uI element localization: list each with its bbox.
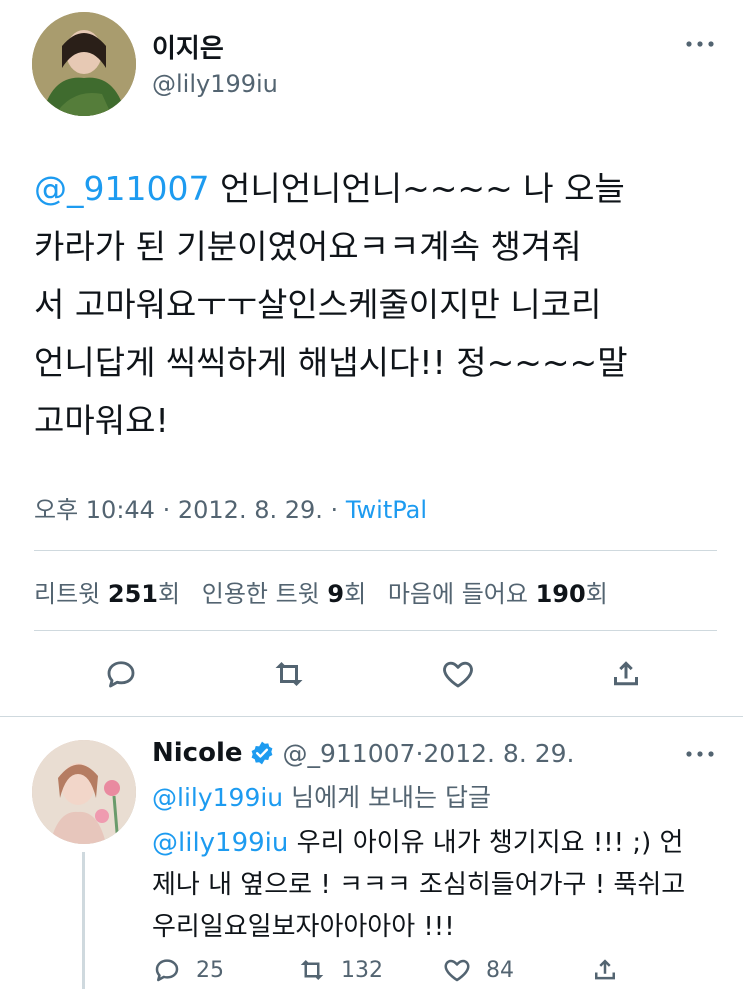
reply-reply-button[interactable]: 25 xyxy=(152,955,224,985)
verified-badge-icon xyxy=(251,741,272,765)
share-icon xyxy=(614,661,638,686)
more-icon[interactable] xyxy=(684,744,716,764)
replying-to-handle[interactable]: @lily199iu xyxy=(152,783,283,812)
retweets-stat[interactable]: 리트윗 251회 xyxy=(34,580,180,608)
reply-text: @lily199iu 우리 아이유 내가 챙기지요 !!! ;) 언 제나 내 … xyxy=(152,822,722,948)
mention-link[interactable]: @lily199iu xyxy=(152,828,288,858)
meta-separator: · xyxy=(162,496,171,524)
reply-header: Nicole @_911007 · 2012. 8. 29. xyxy=(152,738,574,768)
tweet-source[interactable]: TwitPal xyxy=(346,496,427,524)
retweet-count: 132 xyxy=(341,957,383,983)
mention-link[interactable]: @_911007 xyxy=(34,169,209,208)
more-icon[interactable] xyxy=(684,34,716,54)
reply-like-button[interactable]: 84 xyxy=(442,955,514,985)
retweet-icon xyxy=(300,960,324,980)
reply-button[interactable] xyxy=(97,650,145,698)
handle[interactable]: @lily199iu xyxy=(152,70,278,98)
tweet-text: @_911007 언니언니언니~~~~ 나 오늘 카라가 된 기분이였어요ㅋㅋ계… xyxy=(34,160,724,450)
reply-avatar[interactable] xyxy=(32,740,136,844)
reply-icon xyxy=(107,661,135,688)
reply-icon xyxy=(155,959,179,982)
share-button[interactable] xyxy=(602,650,650,698)
retweets-count: 251 xyxy=(107,580,158,608)
meta-separator: · xyxy=(415,738,424,768)
avatar[interactable] xyxy=(32,12,136,116)
count-suffix: 회 xyxy=(158,580,181,608)
likes-stat[interactable]: 마음에 들어요 190회 xyxy=(388,580,608,608)
replying-to-label: 님에게 보내는 답글 xyxy=(283,783,491,812)
likes-label: 마음에 들어요 xyxy=(387,580,528,608)
tweet-time[interactable]: 오후 10:44 xyxy=(34,496,155,524)
like-count: 84 xyxy=(486,957,514,983)
divider xyxy=(34,550,717,551)
reply-share-button[interactable] xyxy=(590,955,634,985)
share-icon xyxy=(595,959,615,980)
reply-date[interactable]: 2012. 8. 29. xyxy=(423,739,574,768)
heart-icon xyxy=(444,959,470,982)
replying-to: @lily199iu 님에게 보내는 답글 xyxy=(152,778,491,814)
count-suffix: 회 xyxy=(585,580,608,608)
reply-count: 25 xyxy=(196,957,224,983)
like-button[interactable] xyxy=(434,650,482,698)
heart-icon xyxy=(443,661,473,688)
tweet-body-text: 언니언니언니~~~~ 나 오늘 카라가 된 기분이였어요ㅋㅋ계속 챙겨줘 서 고… xyxy=(34,169,628,440)
quotes-stat[interactable]: 인용한 트윗 9회 xyxy=(202,580,366,608)
count-suffix: 회 xyxy=(344,580,367,608)
retweet-icon xyxy=(275,662,303,686)
divider xyxy=(34,630,717,631)
reply-handle[interactable]: @_911007 xyxy=(283,739,416,768)
quotes-label: 인용한 트윗 xyxy=(201,580,320,608)
display-name[interactable]: 이지은 xyxy=(152,28,224,65)
tweet-stats: 리트윗 251회 인용한 트윗 9회 마음에 들어요 190회 xyxy=(34,574,622,609)
retweets-label: 리트윗 xyxy=(34,580,101,608)
tweet-date[interactable]: 2012. 8. 29. xyxy=(178,496,323,524)
quotes-count: 9 xyxy=(327,580,345,608)
reply-retweet-button[interactable]: 132 xyxy=(297,955,383,985)
retweet-button[interactable] xyxy=(265,650,313,698)
meta-separator: · xyxy=(330,496,339,524)
tweet-meta: 오후 10:44 · 2012. 8. 29. · TwitPal xyxy=(34,490,427,525)
thread-line xyxy=(82,852,85,989)
likes-count: 190 xyxy=(535,580,586,608)
reply-display-name[interactable]: Nicole xyxy=(152,738,243,768)
divider xyxy=(0,716,743,717)
